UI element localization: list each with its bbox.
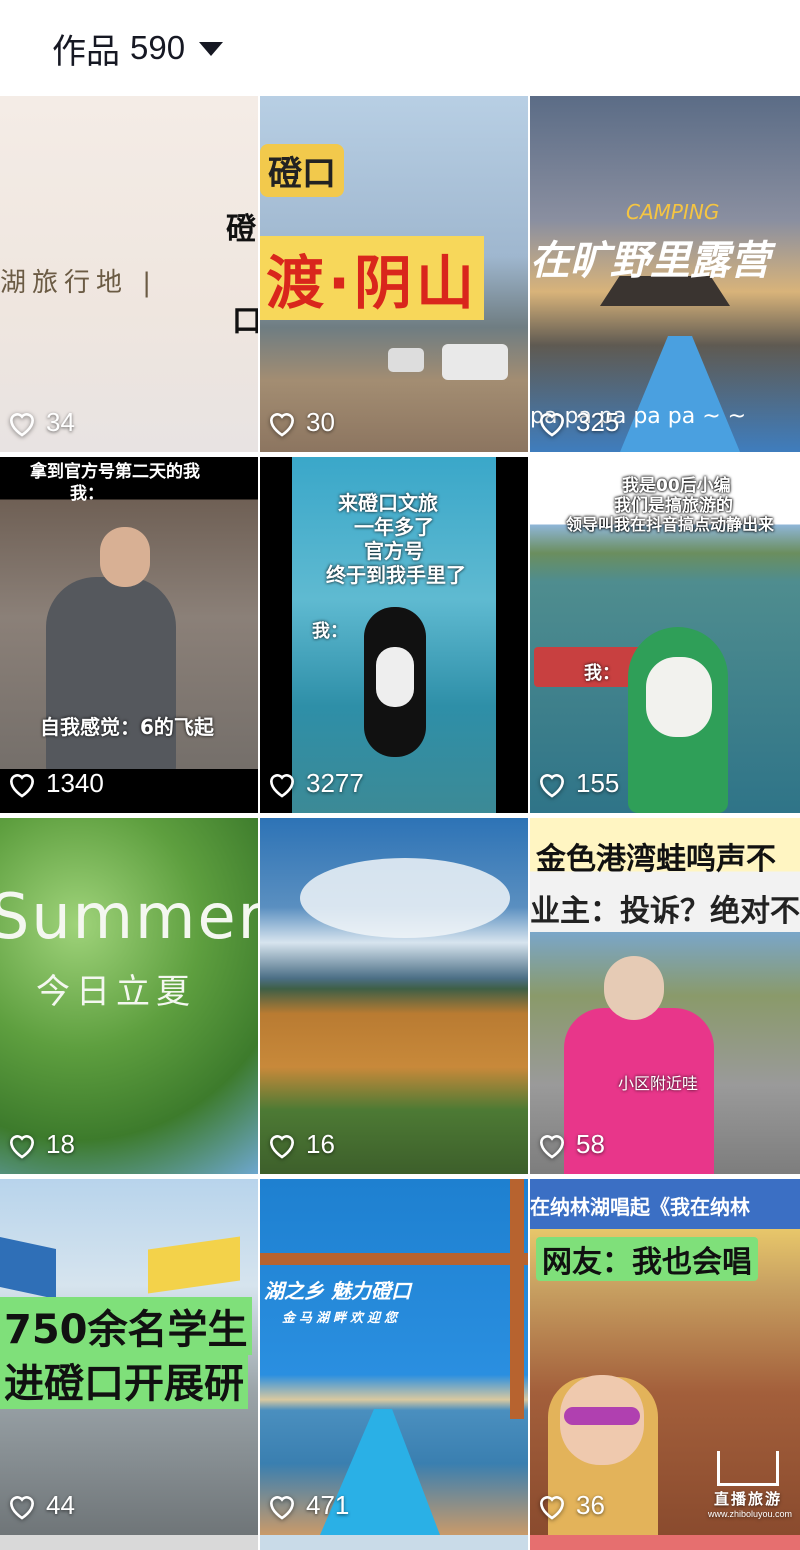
heart-icon <box>9 412 35 437</box>
person-shape <box>46 577 176 777</box>
like-count: 36 <box>536 1490 605 1521</box>
like-count: 58 <box>536 1129 605 1160</box>
works-tab-label: 作品 <box>52 31 120 72</box>
watermark-logo: 直播旅游 www.zhiboluyou.com <box>708 1451 793 1519</box>
overlay-text: 终于到我手里了 <box>326 563 466 587</box>
video-tile[interactable]: 湖之乡 魅力磴口 金马湖畔欢迎您 471 <box>260 1179 528 1535</box>
like-count: 3277 <box>266 768 364 799</box>
like-count: 44 <box>6 1490 75 1521</box>
heart-icon <box>269 1134 295 1159</box>
next-row-peek <box>0 1535 800 1550</box>
like-count: 18 <box>6 1129 75 1160</box>
heart-icon <box>539 1134 565 1159</box>
cat-belly-shape <box>376 647 414 707</box>
works-tab[interactable]: 作品 590 <box>52 24 224 73</box>
watermark-url: www.zhiboluyou.com <box>708 1509 793 1519</box>
vehicle-shape <box>442 344 508 380</box>
like-count: 34 <box>6 407 75 438</box>
like-count: 16 <box>266 1129 335 1160</box>
sunglasses-shape <box>564 1407 640 1425</box>
overlay-text: 自我感觉：6的飞起 <box>40 715 214 739</box>
dropdown-caret-icon[interactable] <box>199 42 224 56</box>
face-shape <box>100 527 150 587</box>
heart-icon <box>539 412 565 437</box>
heart-icon <box>539 1495 565 1520</box>
overlay-text: 网友：我也会唱 <box>536 1237 758 1281</box>
pier-shape <box>620 336 740 452</box>
heart-icon <box>9 773 35 798</box>
flag-shape <box>148 1236 240 1294</box>
like-count: 30 <box>266 407 335 438</box>
overlay-text: 在纳林湖唱起《我在纳林 <box>530 1195 750 1219</box>
overlay-text: 小区附近哇 <box>618 1074 699 1093</box>
flag-shape <box>0 1237 56 1299</box>
watermark-title: 直播旅游 <box>713 1490 782 1508</box>
video-tile[interactable]: 湖旅行地 | 磴 口 34 <box>0 96 258 452</box>
overlay-text: 业主：投诉？绝对不 <box>530 894 800 929</box>
vehicle-shape <box>388 348 424 372</box>
face-shape <box>604 956 664 1020</box>
overlay-text: 750余名学生 <box>0 1297 252 1355</box>
overlay-text: 磴 <box>226 212 256 247</box>
gate-post-shape <box>510 1179 524 1419</box>
overlay-text: 拿到官方号第二天的我 <box>30 462 200 482</box>
overlay-text: 金马湖畔欢迎您 <box>282 1311 402 1326</box>
heart-icon <box>269 412 295 437</box>
video-tile[interactable]: 拿到官方号第二天的我 我： 自我感觉：6的飞起 1340 <box>0 457 258 813</box>
overlay-text: 湖旅行地 | <box>0 268 158 298</box>
like-count: 1340 <box>6 768 104 799</box>
overlay-text: 进磴口开展研 <box>0 1351 248 1409</box>
heart-icon <box>9 1495 35 1520</box>
overlay-text: 在旷野里露营 <box>530 238 770 284</box>
heart-icon <box>539 773 565 798</box>
cloud-shape <box>300 858 510 938</box>
overlay-text: CAMPING <box>626 200 720 224</box>
overlay-text: 湖之乡 魅力磴口 <box>264 1279 411 1303</box>
overlay-text: 磴口 <box>260 144 344 197</box>
video-tile[interactable]: 在纳林湖唱起《我在纳林 网友：我也会唱 36 直播旅游 www.zhiboluy… <box>530 1179 800 1535</box>
overlay-text: Summer <box>0 880 258 953</box>
overlay-text: 口 <box>232 304 258 339</box>
gate-beam-shape <box>260 1253 528 1265</box>
video-tile[interactable]: 来磴口文旅 一年多了 官方号 终于到我手里了 我： 3277 <box>260 457 528 813</box>
video-tile[interactable]: 16 <box>260 818 528 1174</box>
video-tile[interactable]: 金色港湾蛙鸣声不 业主：投诉？绝对不 小区附近哇 58 <box>530 818 800 1174</box>
video-tile[interactable]: 我是00后小编 我们是搞旅游的 领导叫我在抖音搞点动静出来 我： 155 <box>530 457 800 813</box>
video-tile[interactable]: Summer 今日立夏 18 <box>0 818 258 1174</box>
heart-icon <box>9 1134 35 1159</box>
like-count: 471 <box>266 1490 349 1521</box>
overlay-text: 我： <box>584 663 620 684</box>
video-grid: 湖旅行地 | 磴 口 34 磴口 渡·阴山 30 CAMPING 在旷野里露营 … <box>0 96 800 1535</box>
overlay-text: 领导叫我在抖音搞点动静出来 <box>566 515 775 534</box>
profile-tabs-header: 作品 590 <box>0 0 800 96</box>
overlay-text: 我： <box>70 484 104 504</box>
video-tile[interactable]: CAMPING 在旷野里露营 pa pa pa pa pa ~ ~ 325 <box>530 96 800 452</box>
heart-icon <box>269 773 295 798</box>
overlay-text: 我： <box>312 621 348 642</box>
overlay-text: 渡·阴山 <box>260 236 485 320</box>
video-tile[interactable]: 磴口 渡·阴山 30 <box>260 96 528 452</box>
like-count: 155 <box>536 768 619 799</box>
like-count: 325 <box>536 407 619 438</box>
overlay-text: 今日立夏 <box>36 972 196 1012</box>
heart-icon <box>269 1495 295 1520</box>
overlay-text: 金色港湾蛙鸣声不 <box>536 842 776 877</box>
play-logo-icon <box>717 1451 779 1486</box>
works-count: 590 <box>130 29 186 66</box>
dog-face-shape <box>646 657 712 737</box>
video-tile[interactable]: 750余名学生 进磴口开展研 44 <box>0 1179 258 1535</box>
